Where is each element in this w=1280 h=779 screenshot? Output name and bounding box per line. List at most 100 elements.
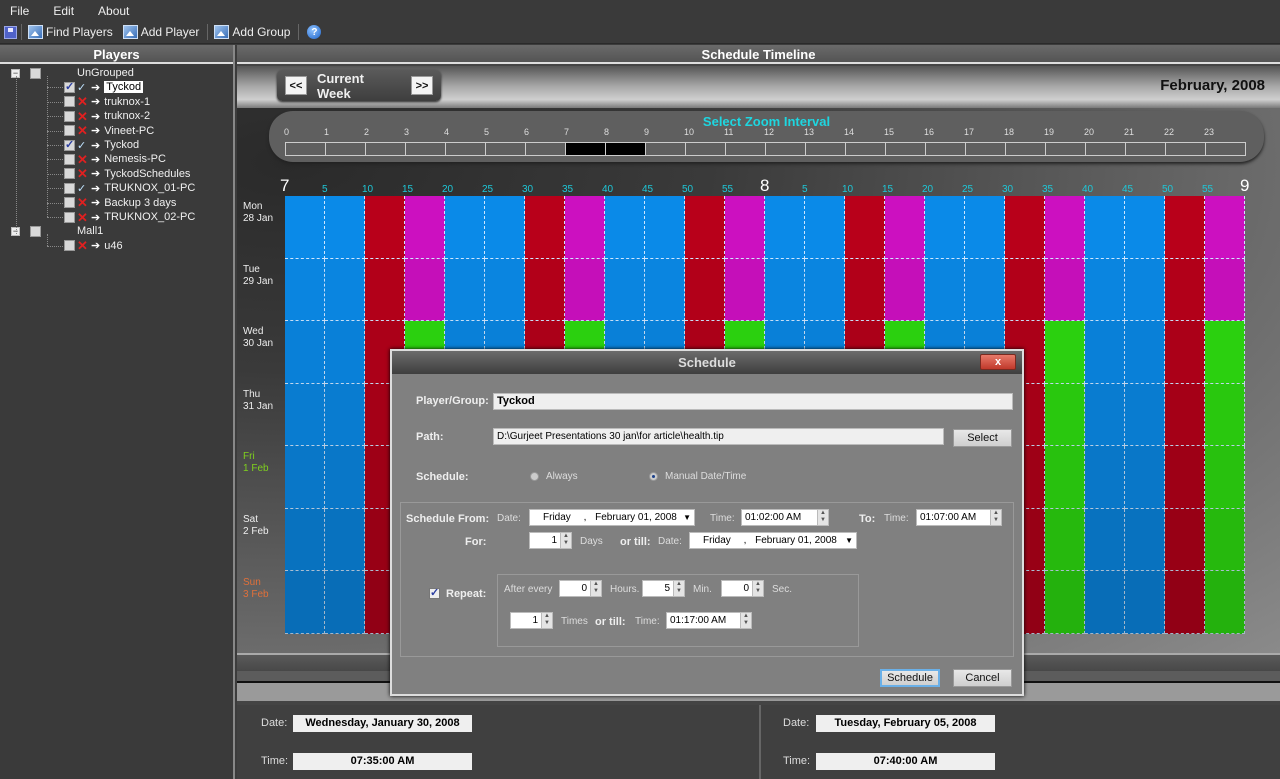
group-checkbox[interactable]	[30, 67, 41, 79]
add-group-button[interactable]: Add Group	[212, 24, 292, 40]
repeat-times-field[interactable]: 1 ▲ ▼	[510, 612, 553, 629]
schedule-slot[interactable]	[1205, 196, 1245, 259]
schedule-slot[interactable]	[645, 258, 685, 322]
schedule-slot[interactable]	[1165, 446, 1205, 509]
player-item[interactable]: ✓ ➔Tyckod	[64, 80, 144, 94]
player-checkbox[interactable]	[64, 153, 75, 165]
schedule-slot[interactable]	[925, 258, 965, 322]
schedule-slot[interactable]	[1045, 383, 1085, 447]
schedule-slot[interactable]	[1045, 446, 1085, 509]
schedule-slot[interactable]	[565, 196, 605, 259]
schedule-slot[interactable]	[525, 258, 565, 322]
schedule-slot[interactable]	[1125, 446, 1165, 509]
schedule-slot[interactable]	[285, 571, 325, 634]
player-item[interactable]: ✕ ➔ Backup 3 days	[64, 196, 176, 210]
schedule-slot[interactable]	[1205, 508, 1245, 572]
schedule-slot[interactable]	[1085, 446, 1125, 509]
schedule-slot[interactable]	[765, 258, 805, 322]
schedule-slot[interactable]	[325, 321, 365, 384]
schedule-slot[interactable]	[845, 196, 885, 259]
schedule-slot[interactable]	[285, 446, 325, 509]
schedule-slot[interactable]	[885, 196, 925, 259]
schedule-slot[interactable]	[1125, 383, 1165, 447]
schedule-slot[interactable]	[285, 196, 325, 259]
player-checkbox[interactable]	[64, 80, 75, 93]
schedule-slot[interactable]	[1045, 196, 1085, 259]
schedule-slot[interactable]	[1005, 196, 1045, 259]
from-time-spinner[interactable]: ▲ ▼	[817, 510, 828, 525]
help-icon[interactable]: ?	[307, 25, 322, 39]
zoom-hour-cell[interactable]	[765, 142, 806, 156]
player-checkbox[interactable]	[64, 168, 75, 180]
schedule-slot[interactable]	[325, 258, 365, 322]
schedule-slot[interactable]	[325, 571, 365, 634]
repeat-times-spinner[interactable]: ▲ ▼	[541, 613, 552, 628]
menu-file[interactable]: File	[6, 4, 33, 18]
player-checkbox[interactable]	[64, 125, 75, 137]
zoom-hour-cell[interactable]	[405, 142, 446, 156]
player-checkbox[interactable]	[64, 211, 75, 223]
schedule-slot[interactable]	[965, 196, 1005, 259]
schedule-slot[interactable]	[285, 508, 325, 572]
from-date-picker[interactable]: Friday , February 01, 2008 ▼	[529, 509, 695, 526]
zoom-hour-cell[interactable]	[445, 142, 486, 156]
chevron-down-icon[interactable]: ▼	[683, 510, 691, 525]
schedule-slot[interactable]	[765, 196, 805, 259]
schedule-slot[interactable]	[805, 196, 845, 259]
to-time-field[interactable]: 01:07:00 AM ▲ ▼	[916, 509, 1002, 526]
schedule-slot[interactable]	[1045, 258, 1085, 322]
schedule-slot[interactable]	[1045, 571, 1085, 634]
schedule-slot[interactable]	[1165, 571, 1205, 634]
schedule-slot[interactable]	[1205, 258, 1245, 322]
to-time-spinner[interactable]: ▲ ▼	[990, 510, 1001, 525]
zoom-hour-cell[interactable]	[1085, 142, 1126, 156]
zoom-hour-cell[interactable]	[485, 142, 526, 156]
schedule-slot[interactable]	[365, 196, 405, 259]
schedule-slot[interactable]	[325, 383, 365, 447]
schedule-slot[interactable]	[405, 196, 445, 259]
schedule-slot[interactable]	[1205, 446, 1245, 509]
player-item[interactable]: ✓ ➔ TRUKNOX_01-PC	[64, 181, 195, 195]
path-field[interactable]: D:\Gurjeet Presentations 30 jan\for arti…	[493, 428, 944, 445]
schedule-slot[interactable]	[325, 196, 365, 259]
schedule-slot[interactable]	[1125, 196, 1165, 259]
close-button[interactable]: x	[980, 354, 1016, 370]
next-week-button[interactable]: >>	[411, 76, 433, 95]
schedule-slot[interactable]	[685, 258, 725, 322]
schedule-slot[interactable]	[645, 196, 685, 259]
schedule-slot[interactable]	[725, 258, 765, 322]
select-button[interactable]: Select	[953, 429, 1012, 447]
schedule-slot[interactable]	[445, 196, 485, 259]
repeat-minutes-field[interactable]: 5 ▲ ▼	[642, 580, 685, 597]
schedule-slot[interactable]	[1045, 508, 1085, 572]
schedule-slot[interactable]	[1085, 321, 1125, 384]
repeat-till-time-field[interactable]: 01:17:00 AM ▲ ▼	[666, 612, 752, 629]
tree-group[interactable]: − Mall1	[11, 224, 103, 238]
player-item[interactable]: ✕ ➔ Nemesis-PC	[64, 152, 166, 166]
schedule-slot[interactable]	[925, 196, 965, 259]
zoom-hour-cell[interactable]	[685, 142, 726, 156]
schedule-slot[interactable]	[1085, 571, 1125, 634]
zoom-hour-cell[interactable]	[885, 142, 926, 156]
repeat-hours-field[interactable]: 0 ▲ ▼	[559, 580, 602, 597]
zoom-hour-cell[interactable]	[525, 142, 566, 156]
schedule-slot[interactable]	[1125, 571, 1165, 634]
schedule-slot[interactable]	[1125, 508, 1165, 572]
zoom-hour-cell[interactable]	[1125, 142, 1166, 156]
zoom-hour-cell[interactable]	[365, 142, 406, 156]
find-players-button[interactable]: Find Players	[26, 24, 115, 40]
schedule-slot[interactable]	[1085, 508, 1125, 572]
schedule-slot[interactable]	[965, 258, 1005, 322]
player-item[interactable]: ✕ ➔ Vineet-PC	[64, 124, 154, 138]
previous-week-button[interactable]: <<	[285, 76, 307, 95]
player-group-field[interactable]: Tyckod	[493, 393, 1013, 410]
zoom-hour-cell[interactable]	[325, 142, 366, 156]
player-checkbox[interactable]	[64, 197, 75, 209]
schedule-slot[interactable]	[365, 258, 405, 322]
schedule-slot[interactable]	[485, 196, 525, 259]
player-item[interactable]: ✕ ➔ TRUKNOX_02-PC	[64, 210, 195, 224]
repeat-till-time-spinner[interactable]: ▲ ▼	[740, 613, 751, 628]
schedule-slot[interactable]	[1205, 383, 1245, 447]
schedule-slot[interactable]	[285, 321, 325, 384]
schedule-slot[interactable]	[685, 196, 725, 259]
